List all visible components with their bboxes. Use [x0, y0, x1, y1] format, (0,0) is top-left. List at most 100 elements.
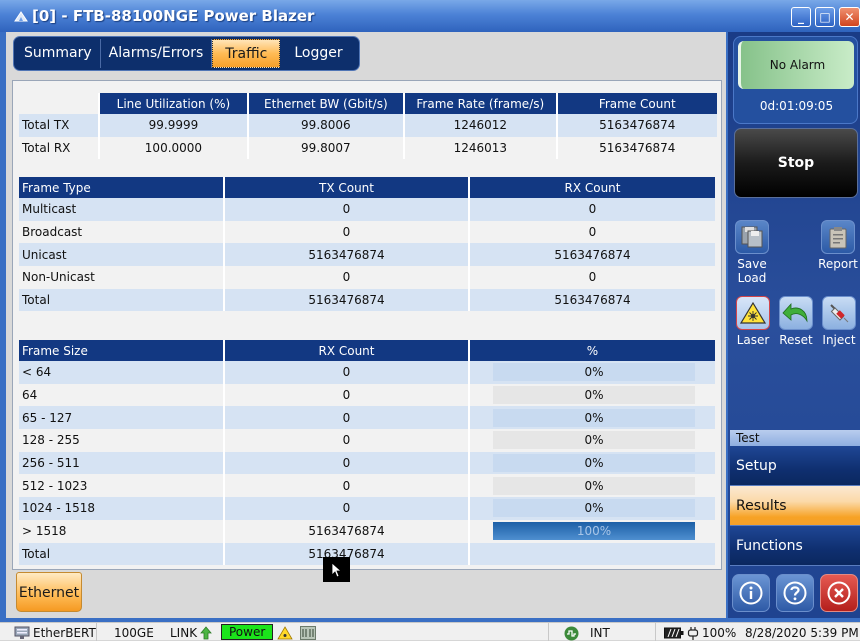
status-rate: 100GE	[114, 626, 154, 640]
table-cell: 0	[469, 198, 715, 221]
row-label: 512 - 1023	[19, 474, 225, 498]
cursor-arrow-icon	[331, 562, 343, 578]
table-row: 256 - 511 0 0%	[19, 451, 715, 475]
exit-button[interactable]	[820, 574, 858, 612]
row-label: Total	[19, 288, 225, 312]
percent-label: 0%	[584, 388, 604, 403]
table-row: Unicast 5163476874 5163476874	[19, 243, 715, 267]
percent-label: 0%	[584, 433, 604, 448]
percent-bar: 0%	[493, 408, 695, 427]
table-cell: 99.8006	[247, 114, 406, 137]
menu-item-functions[interactable]: Functions	[730, 526, 860, 566]
table-row: Total TX 99.9999 99.8006 1246012 5163476874	[19, 114, 717, 137]
row-label: Total RX	[19, 136, 101, 160]
percent-label: 0%	[584, 501, 604, 516]
help-icon	[783, 581, 807, 605]
alarm-status-button[interactable]: No Alarm	[738, 41, 854, 89]
percent-label: 100%	[576, 524, 612, 539]
tab-ethernet[interactable]: Ethernet	[16, 572, 82, 612]
percent-bar: 0%	[493, 431, 695, 450]
tab-traffic[interactable]: Traffic	[212, 39, 281, 68]
title-bar[interactable]: [0] - FTB-88100NGE Power Blazer _ □ ✕	[0, 0, 860, 32]
menu-item-setup[interactable]: Setup	[730, 446, 860, 486]
percent-bar: 0%	[493, 476, 695, 495]
summary-header-row: Line Utilization (%) Ethernet BW (Gbit/s)…	[19, 93, 717, 114]
undo-arrow-icon	[779, 296, 813, 330]
close-button[interactable]: ✕	[839, 7, 860, 27]
table-cell: 5163476874	[556, 114, 717, 137]
table-row: > 1518 5163476874 100%	[19, 519, 715, 543]
row-label: Broadcast	[19, 220, 225, 244]
table-row: 128 - 255 0 0%	[19, 429, 715, 452]
table-cell: 5163476874	[224, 243, 470, 267]
traffic-content[interactable]: Line Utilization (%) Ethernet BW (Gbit/s)…	[12, 80, 722, 570]
row-label: Total TX	[19, 114, 101, 137]
row-label: Total	[19, 542, 225, 566]
stop-button[interactable]: Stop	[734, 128, 858, 198]
control-panel: No Alarm 0d:01:09:05 Stop Save Load Repo…	[728, 32, 860, 618]
close-icon: ✕	[844, 10, 855, 24]
column-header: TX Count	[224, 177, 470, 198]
frame-size-header-row: Frame Size RX Count%	[19, 340, 715, 361]
frame-type-table: Frame Type TX Count RX Count Multicast 0 0 Br…	[19, 177, 715, 312]
table-cell: 5163476874	[224, 288, 470, 312]
column-header: Line Utilization (%)	[99, 93, 249, 114]
power-plug-icon	[687, 626, 699, 640]
table-cell: 0	[224, 451, 470, 475]
table-cell: 5163476874	[469, 288, 715, 312]
menu-item-results[interactable]: Results	[730, 486, 860, 526]
row-label: 64	[19, 383, 225, 407]
summary-table: Line Utilization (%) Ethernet BW (Gbit/s)…	[19, 93, 717, 160]
table-cell: 0	[224, 383, 470, 407]
table-row: Multicast 0 0	[19, 198, 715, 221]
percent-bar: 0%	[493, 499, 695, 518]
table-cell: 1246013	[404, 136, 558, 160]
table-cell: 100.0000	[99, 136, 249, 160]
table-row: Broadcast 0 0	[19, 220, 715, 244]
alarm-status-box: No Alarm 0d:01:09:05	[733, 36, 858, 124]
laser-button[interactable]: Laser	[732, 296, 774, 347]
table-cell	[469, 542, 715, 566]
mouse-cursor	[323, 557, 350, 582]
minimize-icon: _	[798, 10, 804, 24]
test-menu-header: Test	[730, 430, 860, 446]
save-load-button[interactable]: Save Load	[732, 220, 772, 285]
inject-button[interactable]: Inject	[818, 296, 860, 347]
floppy-disk-icon	[735, 220, 769, 254]
row-label: > 1518	[19, 519, 225, 543]
tab-summary[interactable]: Summary	[16, 39, 101, 68]
report-button[interactable]: Report	[816, 220, 860, 271]
syringe-icon	[822, 296, 856, 330]
frame-size-table: Frame Size RX Count% < 64 0 0% 64 0 0% 65 - 127…	[19, 340, 715, 566]
table-cell: 5163476874	[469, 243, 715, 267]
minimize-button[interactable]: _	[791, 7, 811, 27]
inject-label: Inject	[822, 333, 856, 347]
table-cell: 0	[224, 266, 470, 289]
table-row: 65 - 127 0 0%	[19, 406, 715, 430]
column-header: Frame Type	[19, 177, 225, 198]
table-row: Total RX 100.0000 99.8007 1246013 5163476874	[19, 136, 717, 160]
tab-alarms-errors[interactable]: Alarms/Errors	[101, 39, 213, 68]
help-button[interactable]	[776, 574, 814, 612]
percent-bar: 0%	[493, 386, 695, 405]
percent-cell: 100%	[469, 519, 715, 543]
row-label: Unicast	[19, 243, 225, 267]
row-label: 1024 - 1518	[19, 497, 225, 520]
row-label: Multicast	[19, 198, 225, 221]
percent-cell: 0%	[469, 451, 715, 475]
percent-cell: 0%	[469, 429, 715, 452]
network-icon	[14, 626, 30, 639]
status-clock-source-label: INT	[590, 626, 610, 640]
clipboard-icon	[821, 220, 855, 254]
tab-logger[interactable]: Logger	[280, 39, 356, 68]
table-cell: 0	[224, 497, 470, 520]
column-header	[19, 93, 101, 114]
reset-button[interactable]: Reset	[775, 296, 817, 347]
table-cell: 0	[469, 266, 715, 289]
maximize-button[interactable]: □	[815, 7, 835, 27]
percent-cell: 0%	[469, 474, 715, 498]
info-button[interactable]	[732, 574, 770, 612]
percent-cell: 0%	[469, 406, 715, 430]
laser-label: Laser	[736, 333, 770, 347]
table-cell: 0	[224, 198, 470, 221]
